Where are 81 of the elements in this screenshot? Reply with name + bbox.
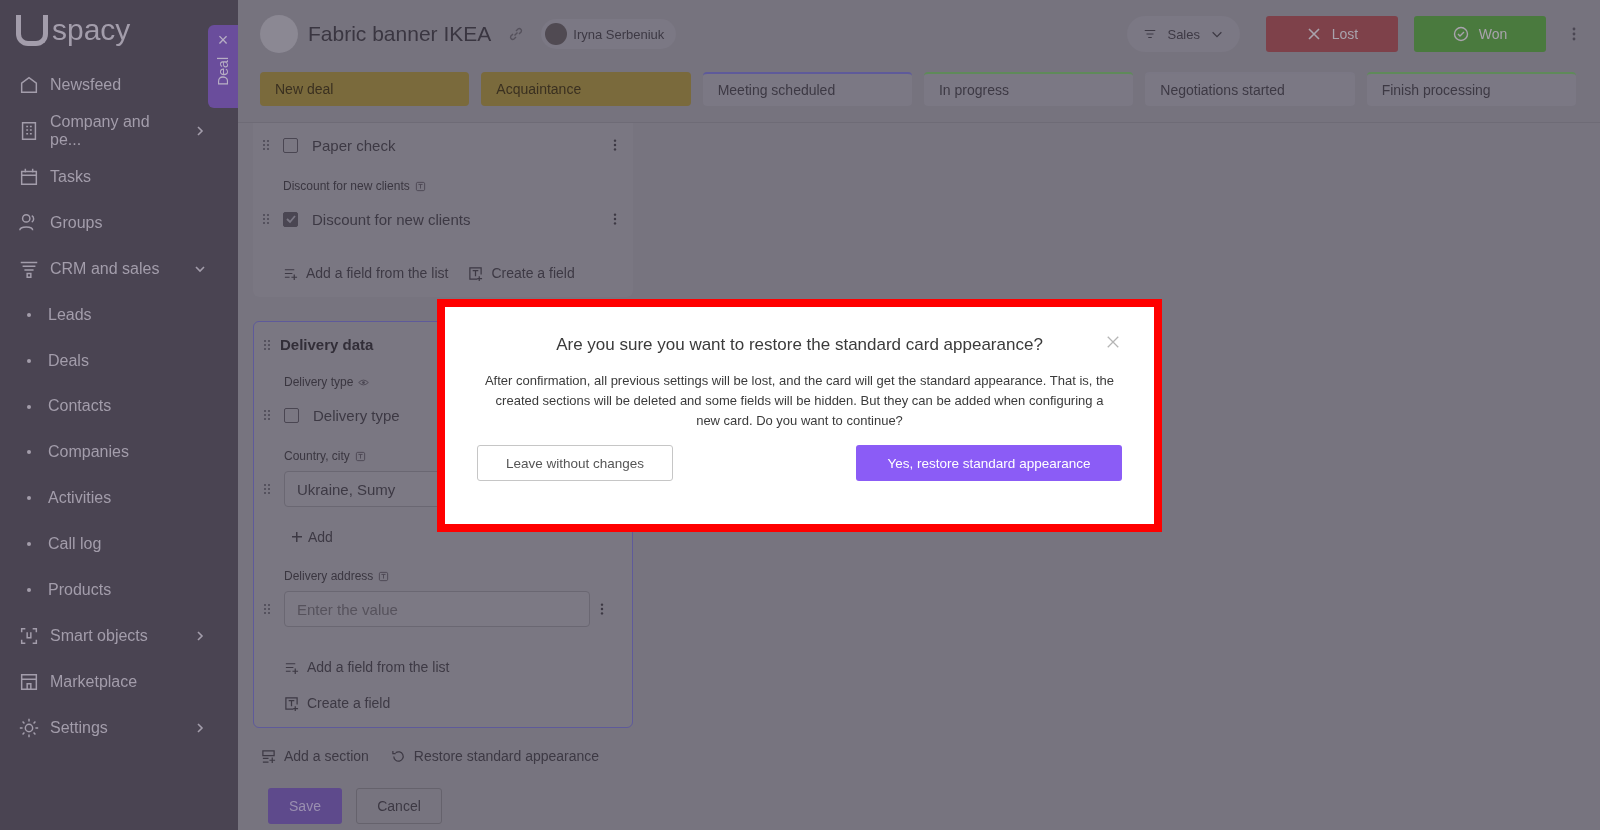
sidebar-subitem[interactable]: Activities: [0, 475, 206, 521]
add-field-link[interactable]: Add a field from the list: [284, 659, 450, 675]
drag-handle-icon[interactable]: [264, 410, 270, 420]
filter-icon: [1143, 27, 1158, 41]
owner-chip[interactable]: Iryna Serbeniuk: [541, 19, 677, 49]
sidebar-item[interactable]: Settings: [0, 704, 206, 751]
drag-handle-icon[interactable]: [264, 604, 270, 614]
restore-icon: [390, 748, 406, 764]
sidebar-item[interactable]: Newsfeed: [0, 62, 206, 108]
add-field-link[interactable]: Add a field from the list: [283, 265, 449, 281]
field-label: Delivery address: [284, 569, 374, 583]
drag-handle-icon[interactable]: [264, 484, 270, 494]
stage-tab[interactable]: Acquaintance: [481, 72, 691, 106]
stage-tab[interactable]: Negotiations started: [1145, 72, 1355, 106]
sidebar-item[interactable]: Groups: [0, 200, 206, 246]
deal-title: Fabric banner IKEA: [308, 22, 492, 46]
text-field-icon: [378, 570, 390, 582]
drag-handle-icon[interactable]: [263, 214, 269, 224]
pipeline-select[interactable]: Sales: [1127, 16, 1240, 52]
stage-tab[interactable]: In progress: [924, 72, 1134, 106]
field-label: Country, city: [284, 449, 350, 463]
sidebar-item[interactable]: Smart objects: [0, 612, 206, 659]
stage-tab[interactable]: Finish processing: [1366, 72, 1576, 106]
sidebar-subitem[interactable]: Call log: [0, 521, 206, 567]
close-icon[interactable]: ×: [217, 31, 229, 49]
checkbox[interactable]: [283, 211, 298, 227]
sidebar-item[interactable]: CRM and sales: [0, 246, 206, 292]
sidebar-item[interactable]: Company and pe...: [0, 108, 206, 154]
save-button[interactable]: Save: [268, 788, 342, 824]
stage-tab[interactable]: New deal: [260, 72, 470, 106]
text-add-icon: [284, 695, 299, 711]
drag-handle-icon[interactable]: [263, 140, 269, 150]
checkbox-label: Paper check: [311, 136, 396, 154]
close-icon: [1305, 26, 1322, 42]
text-add-icon: [468, 265, 484, 281]
logo-u-icon: [16, 14, 48, 46]
home-icon: [18, 74, 40, 96]
check-circle-icon: [1452, 26, 1469, 42]
checkbox[interactable]: [284, 407, 299, 423]
add-link[interactable]: Add: [292, 529, 333, 545]
add-field-link[interactable]: Create a field: [284, 695, 391, 711]
dialog-title: Are you sure you want to restore the standard card appearance?: [555, 335, 1044, 355]
checkbox-label: Delivery type: [312, 406, 400, 424]
gear-icon: [18, 716, 40, 739]
field-label: Delivery type: [284, 375, 354, 389]
sidebar-item[interactable]: Tasks: [0, 154, 206, 200]
section-add-icon: [261, 748, 276, 764]
section-title: Delivery data: [280, 336, 374, 353]
calendar-icon: [18, 166, 40, 188]
more-icon[interactable]: [1572, 26, 1576, 42]
avatar-icon: [545, 23, 568, 45]
checkbox-label: Discount for new clients: [311, 210, 471, 228]
field-label: Discount for new clients: [283, 179, 410, 193]
dialog-text: After confirmation, all previous settings will be lost, and the card will get the standard appearance. That is, the created sections will be deleted and some fields will be hidden. But they can be added when configuring a new card. Do you want to continue?: [484, 372, 1115, 430]
sidebar-subitem[interactable]: Contacts: [0, 383, 206, 430]
sidebar-subitem[interactable]: Companies: [0, 429, 206, 476]
cancel-button[interactable]: Cancel: [356, 788, 442, 824]
text-field-icon: [414, 180, 426, 192]
confirm-button[interactable]: Yes, restore standard appearance: [856, 445, 1122, 481]
checkbox[interactable]: [283, 137, 298, 153]
logo[interactable]: spacy: [16, 16, 131, 44]
stage-tab[interactable]: Meeting scheduled: [702, 72, 912, 106]
section-action-link[interactable]: Add a section: [261, 748, 369, 764]
leave-button[interactable]: Leave without changes: [477, 445, 673, 481]
sidebar-item[interactable]: Marketplace: [0, 658, 206, 705]
sidebar-subitem[interactable]: Products: [0, 566, 206, 613]
eye-icon: [358, 376, 370, 388]
section-action-link[interactable]: Restore standard appearance: [390, 748, 600, 764]
more-icon[interactable]: [613, 138, 617, 152]
sidebar-subitem[interactable]: Deals: [0, 337, 206, 384]
close-icon[interactable]: [1106, 335, 1120, 349]
sidebar-subitem[interactable]: Leads: [0, 292, 206, 338]
drag-handle-icon[interactable]: [264, 339, 270, 350]
deal-tab[interactable]: × Deal: [208, 25, 238, 108]
text-field-icon: [354, 450, 366, 462]
more-icon[interactable]: [600, 602, 604, 616]
deal-tab-label: Deal: [215, 57, 231, 86]
won-button[interactable]: Won: [1414, 16, 1546, 52]
lost-button[interactable]: Lost: [1266, 16, 1398, 52]
add-field-link[interactable]: Create a field: [468, 265, 575, 281]
more-icon[interactable]: [613, 212, 617, 226]
